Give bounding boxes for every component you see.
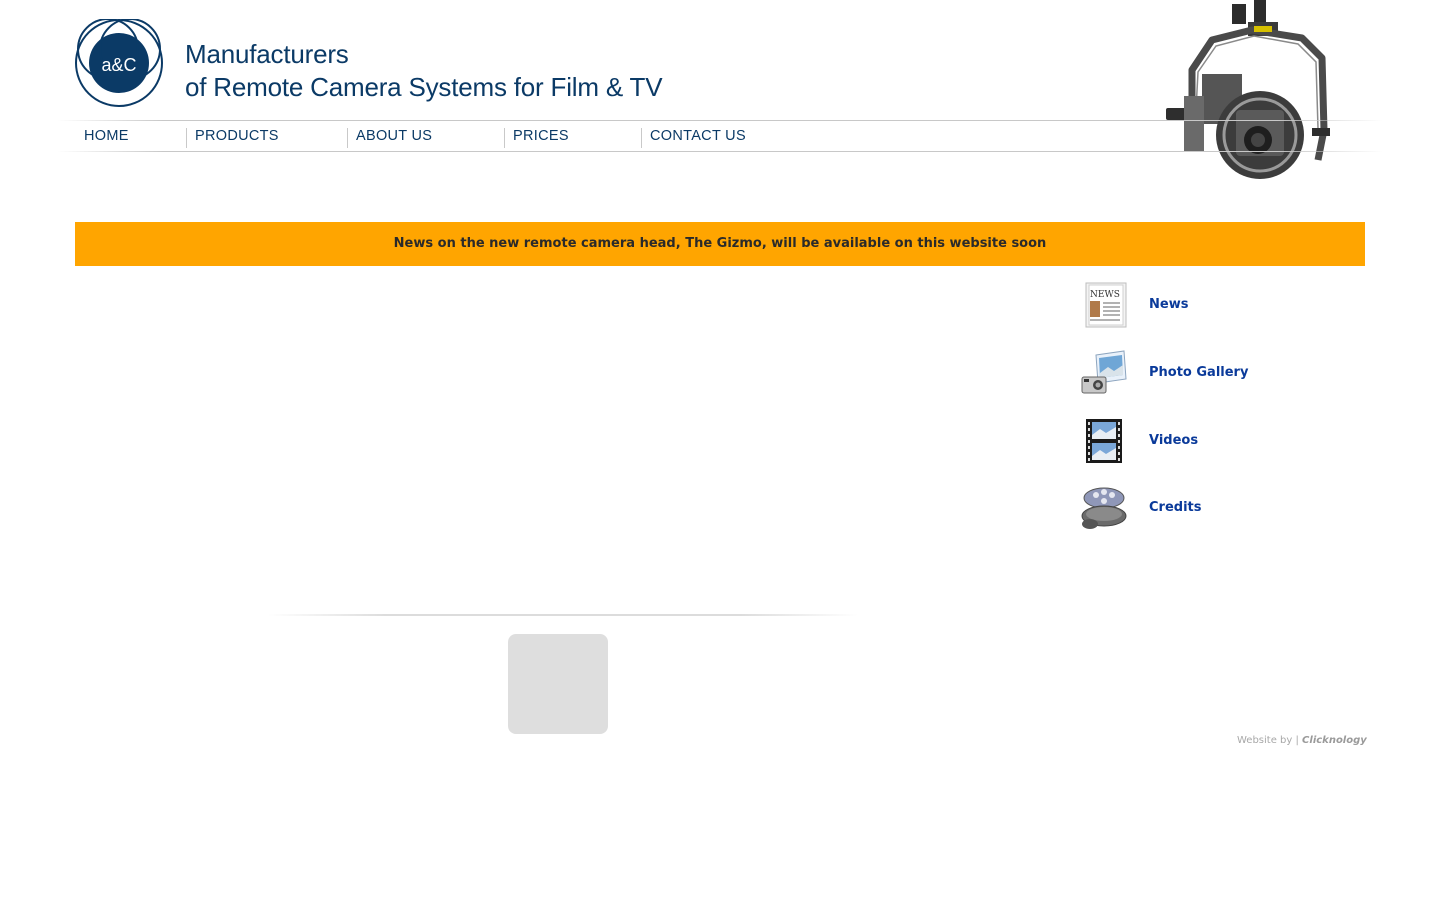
credit-prefix: Website by | xyxy=(1237,735,1299,746)
sidebar-link-photo-gallery[interactable]: Photo Gallery xyxy=(1149,349,1248,397)
sidebar-link-news[interactable]: News xyxy=(1149,281,1188,329)
nav-separator xyxy=(504,128,505,148)
website-credit[interactable]: Website by | Clicknology xyxy=(1237,735,1367,746)
tagline-line-2: of Remote Camera Systems for Film & TV xyxy=(185,72,663,102)
nav-home[interactable]: HOME xyxy=(84,121,129,151)
nav-prices[interactable]: PRICES xyxy=(513,121,569,151)
remote-camera-head-image xyxy=(1166,0,1330,179)
image-placeholder xyxy=(508,634,608,734)
credit-brand[interactable]: Clicknology xyxy=(1302,735,1367,746)
svg-text:NEWS: NEWS xyxy=(1090,290,1120,300)
nav-separator xyxy=(641,128,642,148)
nav-products[interactable]: PRODUCTS xyxy=(195,121,279,151)
sidebar-item-videos[interactable]: Videos xyxy=(1080,417,1300,465)
tagline-line-1: Manufacturers xyxy=(185,39,349,69)
nav-separator xyxy=(347,128,348,148)
film-strip-icon xyxy=(1086,419,1122,463)
nav-contact-us[interactable]: CONTACT US xyxy=(650,121,746,151)
content-divider xyxy=(268,614,858,616)
banner-text: News on the new remote camera head, The … xyxy=(393,236,1047,251)
sidebar-item-news[interactable]: NEWS News xyxy=(1080,281,1300,329)
sidebar-item-photo-gallery[interactable]: Photo Gallery xyxy=(1080,349,1300,397)
nav-bottom-rule xyxy=(57,151,1383,152)
photo-camera-icon xyxy=(1081,350,1127,394)
sidebar-link-videos[interactable]: Videos xyxy=(1149,417,1198,465)
nav-separator xyxy=(186,128,187,148)
company-logo[interactable]: a&C xyxy=(72,19,166,107)
site-tagline: Manufacturers of Remote Camera Systems f… xyxy=(185,38,663,104)
svg-text:a&C: a&C xyxy=(101,55,136,75)
film-reel-icon xyxy=(1081,487,1127,529)
sidebar-link-credits[interactable]: Credits xyxy=(1149,484,1201,532)
nav-about-us[interactable]: ABOUT US xyxy=(356,121,432,151)
sidebar-item-credits[interactable]: Credits xyxy=(1080,484,1300,532)
news-banner: News on the new remote camera head, The … xyxy=(75,222,1365,266)
newspaper-icon: NEWS xyxy=(1085,282,1127,328)
